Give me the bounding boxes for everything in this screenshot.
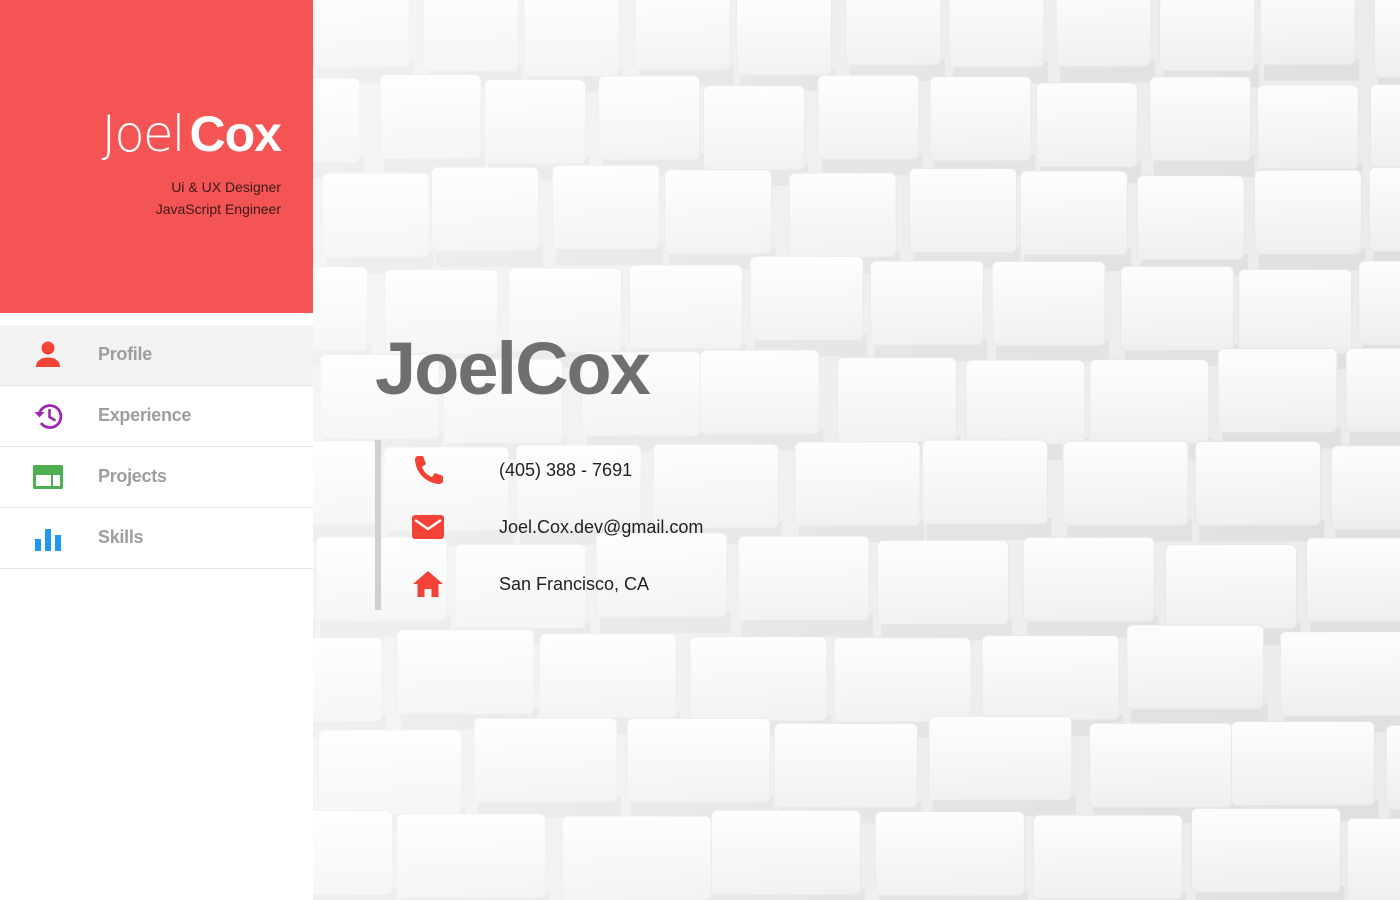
contact-phone[interactable]: (405) 388 - 7691 [409, 450, 809, 490]
role-line: JavaScript Engineer [155, 201, 281, 217]
location-text: San Francisco, CA [499, 574, 650, 594]
email-icon [412, 515, 444, 539]
sidebar-item-label: Projects [98, 466, 167, 486]
sidebar: Joel Cox Ui & UX Designer JavaScript Engi… [0, 0, 313, 900]
history-icon [34, 404, 63, 429]
name-block: Joel Cox [101, 104, 282, 177]
sidebar-item-experience[interactable]: Experience [0, 386, 313, 447]
sidebar-item-label: Profile [98, 344, 152, 364]
sidebar-item-label: Experience [98, 405, 192, 425]
phone-number: (405) 388 - 7691 [499, 460, 633, 480]
sidebar-item-label: Skills [98, 527, 144, 547]
contact-location[interactable]: San Francisco, CA [409, 564, 809, 604]
logo-name: Joel Cox [101, 104, 282, 177]
web-layout-icon [33, 465, 63, 489]
role-subtitle: Ui & UX Designer JavaScript Engineer [156, 176, 281, 220]
email-address: Joel.Cox.dev@gmail.com [499, 517, 704, 537]
main-content: JoelCox (405) 388 - 7691 Joel.Cox.dev@gm… [313, 0, 1400, 900]
page-title: JoelCox [375, 327, 651, 410]
person-icon [36, 341, 60, 367]
sidebar-item-skills[interactable]: Skills [0, 508, 313, 569]
first-name: Joel [101, 105, 186, 163]
contact-list: (405) 388 - 7691 Joel.Cox.dev@gmail.com … [375, 440, 795, 610]
contact-email[interactable]: Joel.Cox.dev@gmail.com [409, 507, 809, 547]
last-name: Cox [189, 106, 282, 162]
phone-icon [415, 456, 443, 484]
sidebar-nav: Profile Experience Projects Skills [0, 325, 313, 569]
role-line: Ui & UX Designer [171, 179, 281, 195]
sidebar-item-profile[interactable]: Profile [0, 325, 313, 386]
sidebar-item-projects[interactable]: Projects [0, 447, 313, 508]
sidebar-header: Joel Cox Ui & UX Designer JavaScript Engi… [0, 0, 313, 313]
home-icon [413, 571, 443, 597]
bar-chart-icon [35, 529, 61, 551]
